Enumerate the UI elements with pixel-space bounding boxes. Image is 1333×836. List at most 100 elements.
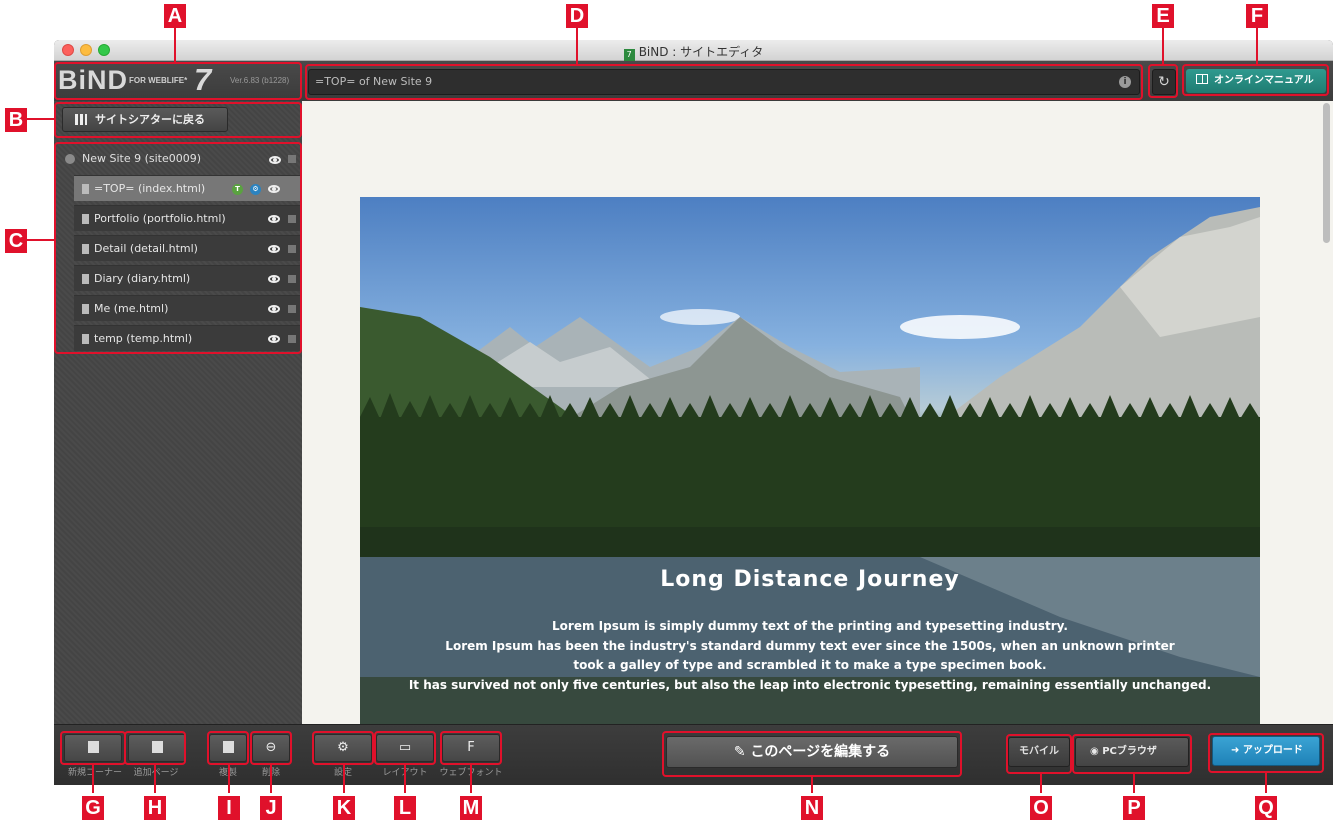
visibility-eye-icon[interactable] — [268, 335, 280, 343]
page-doc-icon — [82, 184, 89, 194]
duplicate-button[interactable] — [209, 734, 247, 762]
pc-browser-preview-button[interactable]: ◉ PCブラウザ — [1075, 737, 1189, 767]
mobile-preview-button[interactable]: モバイル — [1008, 737, 1070, 767]
mobile-label: モバイル — [1019, 746, 1059, 757]
site-checkbox[interactable] — [288, 155, 296, 163]
callout-a: A — [164, 4, 186, 28]
callout-n: N — [801, 796, 823, 820]
info-icon[interactable]: i — [1119, 76, 1131, 88]
page-doc-icon — [82, 334, 89, 344]
layout-button[interactable]: ▭ — [376, 734, 434, 762]
pencil-icon: ✎ — [733, 744, 751, 760]
page-row-diary[interactable]: Diary (diary.html) — [74, 265, 302, 291]
app-icon: 7 — [623, 49, 635, 61]
page-label: =TOP= (index.html) — [94, 182, 206, 195]
callout-g: G — [82, 796, 104, 820]
title-bar: 7 BiND : サイトエディタ — [54, 40, 1333, 61]
add-page-icon — [151, 741, 163, 753]
callout-h: H — [144, 796, 166, 820]
callout-line-f — [1256, 26, 1258, 64]
upload-icon: ➜ — [1231, 745, 1243, 756]
duplicate-icon — [222, 741, 234, 753]
page-checkbox[interactable] — [288, 245, 296, 253]
visibility-eye-icon[interactable] — [268, 245, 280, 253]
callout-line-c — [26, 239, 56, 241]
callout-line-p — [1133, 774, 1135, 793]
minus-circle-icon: ⊖ — [265, 740, 277, 755]
online-manual-button[interactable]: オンラインマニュアル — [1186, 69, 1326, 93]
add-page-button[interactable] — [128, 734, 186, 762]
visibility-eye-icon[interactable] — [269, 156, 281, 164]
site-name: New Site 9 (site0009) — [82, 152, 202, 165]
page-checkbox[interactable] — [288, 275, 296, 283]
gear-icon: ⚙ — [337, 740, 349, 755]
visibility-eye-icon[interactable] — [268, 305, 280, 313]
sidebar: サイトシアターに戻る New Site 9 (site0009) =TOP= (… — [54, 101, 302, 724]
upload-label: アップロード — [1242, 745, 1303, 756]
page-checkbox[interactable] — [288, 215, 296, 223]
pc-browser-label: PCブラウザ — [1102, 746, 1157, 757]
page-row-detail[interactable]: Detail (detail.html) — [74, 235, 302, 261]
delete-button[interactable]: ⊖ — [252, 734, 290, 762]
callout-f: F — [1246, 4, 1268, 28]
preview-scrollbar[interactable] — [1323, 103, 1330, 243]
visibility-eye-icon[interactable] — [268, 215, 280, 223]
site-row[interactable]: New Site 9 (site0009) — [54, 147, 302, 171]
callout-line-i — [228, 765, 230, 793]
settings-button[interactable]: ⚙ — [314, 734, 372, 762]
callout-line-h — [154, 765, 156, 793]
eye-icon: ◉ — [1090, 746, 1103, 757]
visibility-eye-icon[interactable] — [268, 275, 280, 283]
hero-body: Lorem Ipsum is simply dummy text of the … — [360, 617, 1260, 695]
page-row-portfolio[interactable]: Portfolio (portfolio.html) — [74, 205, 302, 231]
callout-line-q — [1265, 773, 1267, 793]
hero-line-2: Lorem Ipsum has been the industry's stan… — [445, 638, 1175, 653]
callout-j: J — [260, 796, 282, 820]
callout-line-k — [343, 765, 345, 793]
callout-m: M — [460, 796, 482, 820]
callout-line-n — [811, 777, 813, 793]
new-corner-label: 新規コーナー — [67, 768, 122, 778]
page-row-top[interactable]: =TOP= (index.html) T ⚙ — [74, 175, 302, 201]
hero-line-4: It has survived not only five centuries,… — [408, 677, 1212, 692]
callout-line-d — [576, 26, 578, 64]
page-row-temp[interactable]: temp (temp.html) — [74, 325, 302, 351]
callout-line-b — [26, 118, 56, 120]
app-window: 7 BiND : サイトエディタ BiND FOR WEBLIFE* 7 Ver.… — [54, 40, 1333, 785]
callout-line-l — [404, 765, 406, 793]
web-font-button[interactable]: F — [442, 734, 500, 762]
hero-line-1: Lorem Ipsum is simply dummy text of the … — [552, 619, 1068, 633]
reload-button[interactable]: ↻ — [1152, 69, 1176, 95]
book-icon — [1196, 74, 1208, 84]
new-corner-button[interactable] — [64, 734, 122, 762]
page-doc-icon — [82, 304, 89, 314]
upload-button[interactable]: ➜ アップロード — [1212, 736, 1320, 766]
page-checkbox[interactable] — [288, 305, 296, 313]
page-label: Detail (detail.html) — [94, 242, 198, 255]
callout-d: D — [566, 4, 588, 28]
layout-icon: ▭ — [398, 740, 412, 755]
callout-l: L — [394, 796, 416, 820]
logo-number: 7 — [194, 62, 212, 97]
callout-k: K — [333, 796, 355, 820]
callout-line-g — [92, 765, 94, 793]
theater-icon — [75, 114, 87, 125]
page-checkbox[interactable] — [288, 335, 296, 343]
visibility-eye-icon[interactable] — [268, 185, 280, 193]
back-button-label: サイトシアターに戻る — [95, 113, 205, 126]
page-row-me[interactable]: Me (me.html) — [74, 295, 302, 321]
callout-o: O — [1030, 796, 1052, 820]
window-title: BiND : サイトエディタ — [638, 45, 764, 59]
callout-e: E — [1152, 4, 1174, 28]
new-corner-icon — [87, 741, 99, 753]
page-address-bar[interactable]: =TOP= of New Site 9 i — [308, 69, 1140, 95]
page-preview-area[interactable]: Long Distance Journey Lorem Ipsum is sim… — [302, 101, 1333, 724]
callout-line-m — [470, 765, 472, 793]
callout-line-a — [174, 26, 176, 64]
back-to-site-theater-button[interactable]: サイトシアターに戻る — [62, 107, 228, 132]
page-checkbox[interactable] — [288, 185, 296, 193]
top-page-badge-icon: T — [232, 184, 243, 195]
edit-this-page-button[interactable]: ✎ このページを編集する — [666, 736, 958, 768]
callout-q: Q — [1255, 796, 1277, 820]
callout-i: I — [218, 796, 240, 820]
